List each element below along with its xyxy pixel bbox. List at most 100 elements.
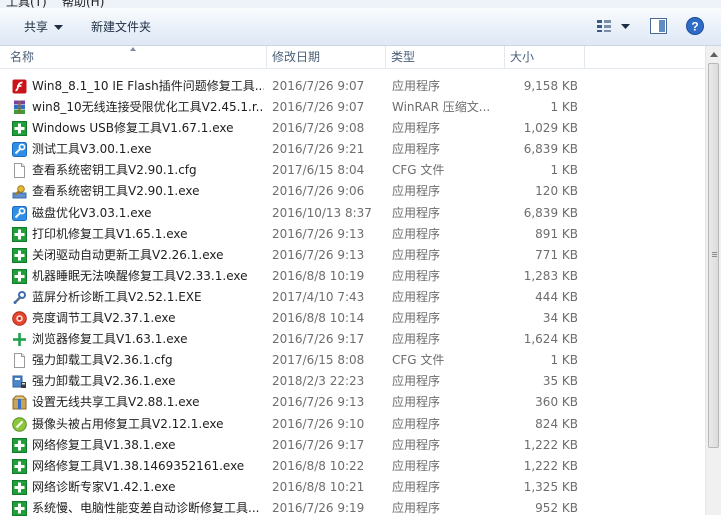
file-name: 网络修复工具V1.38.1469352161.exe (32, 458, 245, 473)
file-size: 1,325 KB (523, 479, 578, 494)
column-header-name[interactable]: 名称 (4, 46, 266, 68)
file-row[interactable]: win8_10无线连接受限优化工具V2.45.1.r... 2016/7/26 9… (0, 97, 705, 118)
column-header-date[interactable]: 修改日期 (266, 46, 385, 68)
file-row[interactable]: 网络修复工具V1.38.1.exe 2016/7/26 9:17 应用程序 1,222… (0, 435, 705, 456)
green-cross-app-icon (12, 479, 27, 495)
file-modified-date: 2016/7/26 9:17 (272, 332, 365, 347)
file-type: 应用程序 (392, 79, 441, 93)
file-row[interactable]: 摄像头被占用修复工具V2.12.1.exe 2016/7/26 9:10 应用程序 8… (0, 414, 705, 435)
green-cross-app-icon (12, 247, 27, 263)
wrench-app-icon (12, 290, 27, 305)
scroll-thumb[interactable] (708, 63, 719, 448)
svg-text:?: ? (691, 20, 698, 34)
new-folder-button[interactable]: 新建文件夹 (91, 18, 151, 36)
view-options-icon[interactable] (596, 19, 612, 33)
column-header-size[interactable]: 大小 (504, 46, 584, 68)
file-size: 771 KB (535, 247, 578, 262)
file-type: 应用程序 (392, 289, 441, 304)
file-modified-date: 2016/7/26 9:10 (272, 416, 365, 431)
file-name: 网络诊断专家V1.42.1.exe (32, 479, 176, 494)
file-type: WinRAR 压缩文... (392, 100, 491, 115)
file-modified-date: 2016/7/26 9:17 (272, 437, 365, 452)
file-name: 查看系统密钥工具V2.90.1.cfg (32, 163, 197, 178)
file-type: 应用程序 (392, 395, 441, 410)
file-row[interactable]: Windows USB修复工具V1.67.1.exe 2016/7/26 9:08… (0, 118, 705, 139)
file-row[interactable]: 亮度调节工具V2.37.1.exe 2016/8/8 10:14 应用程序 34 KB (0, 308, 705, 329)
blue-wrench-app-icon (12, 142, 27, 158)
menu-tools[interactable]: 工具(T) (6, 0, 47, 8)
file-size: 1 KB (550, 353, 578, 368)
file-modified-date: 2016/7/26 9:07 (272, 79, 365, 93)
file-modified-date: 2016/10/13 8:37 (272, 205, 372, 220)
file-modified-date: 2016/8/8 10:14 (272, 311, 365, 326)
file-size: 952 KB (535, 500, 578, 515)
file-name: 设置无线共享工具V2.88.1.exe (32, 395, 200, 410)
file-size: 444 KB (535, 289, 578, 304)
green-cross-app-icon (12, 437, 27, 453)
help-icon[interactable]: ? (686, 17, 704, 35)
file-size: 6,839 KB (523, 142, 578, 157)
file-modified-date: 2016/7/26 9:13 (272, 226, 365, 241)
green-cross-app-icon (12, 226, 27, 242)
view-dropdown-icon[interactable] (621, 24, 630, 30)
file-modified-date: 2016/8/8 10:22 (272, 458, 365, 473)
file-type: 应用程序 (392, 142, 441, 157)
column-divider[interactable] (584, 46, 585, 68)
file-row[interactable]: 强力卸载工具V2.36.1.cfg 2017/6/15 8:08 CFG 文件 1 K… (0, 350, 705, 371)
file-row[interactable]: 查看系统密钥工具V2.90.1.exe 2016/7/26 9:06 应用程序 120… (0, 181, 705, 202)
green-tool-app-icon (12, 416, 27, 432)
winrar-archive-icon (12, 100, 27, 115)
file-modified-date: 2016/7/26 9:06 (272, 184, 365, 199)
file-type: 应用程序 (392, 226, 441, 241)
file-row[interactable]: 测试工具V3.00.1.exe 2016/7/26 9:21 应用程序 6,839 K… (0, 139, 705, 160)
file-size: 1,624 KB (523, 332, 578, 347)
vertical-scrollbar[interactable] (705, 46, 721, 515)
file-modified-date: 2016/7/26 9:19 (272, 500, 365, 515)
green-cross-app-icon (12, 458, 27, 474)
file-type: 应用程序 (392, 500, 441, 515)
file-row[interactable]: 系统慢、电脑性能变差自动诊断修复工具... 2016/7/26 9:19 应用程序 9… (0, 498, 705, 519)
file-size: 1 KB (550, 163, 578, 178)
file-row[interactable]: 关闭驱动自动更新工具V2.26.1.exe 2016/7/26 9:13 应用程序 7… (0, 245, 705, 266)
file-type: 应用程序 (392, 268, 441, 283)
scroll-up-icon[interactable] (706, 46, 721, 63)
file-type: 应用程序 (392, 416, 441, 431)
file-size: 34 KB (542, 311, 578, 326)
preview-pane-icon[interactable] (650, 18, 667, 34)
file-type: 应用程序 (392, 184, 441, 199)
command-bar: 共享 新建文件夹 ? (0, 8, 721, 46)
file-name: 查看系统密钥工具V2.90.1.exe (32, 184, 200, 199)
column-header-type[interactable]: 类型 (385, 46, 504, 68)
file-row[interactable]: 打印机修复工具V1.65.1.exe 2016/7/26 9:13 应用程序 891 … (0, 224, 705, 245)
column-header-bar: 名称 修改日期 类型 大小 (0, 46, 705, 69)
file-row[interactable]: Win8_8.1_10 IE Flash插件问题修复工具... 2016/7/26… (0, 76, 705, 97)
key-app-icon (12, 184, 27, 199)
red-circle-app-icon (12, 311, 27, 326)
file-modified-date: 2016/7/26 9:07 (272, 100, 365, 115)
file-name: 蓝屏分析诊断工具V2.52.1.EXE (32, 289, 202, 304)
file-row[interactable]: 机器睡眠无法唤醒修复工具V2.33.1.exe 2016/8/8 10:19 应用程… (0, 266, 705, 287)
file-row[interactable]: 设置无线共享工具V2.88.1.exe 2016/7/26 9:13 应用程序 360… (0, 392, 705, 413)
file-row[interactable]: 查看系统密钥工具V2.90.1.cfg 2017/6/15 8:04 CFG 文件 1… (0, 160, 705, 181)
file-row[interactable]: 蓝屏分析诊断工具V2.52.1.EXE 2017/4/10 7:43 应用程序 444… (0, 287, 705, 308)
file-modified-date: 2016/7/26 9:08 (272, 121, 365, 136)
file-row[interactable]: 浏览器修复工具V1.63.1.exe 2016/7/26 9:17 应用程序 1,62… (0, 329, 705, 350)
file-name: 机器睡眠无法唤醒修复工具V2.33.1.exe (32, 268, 248, 283)
blue-wrench-app-icon (12, 205, 27, 221)
file-row[interactable]: 磁盘优化V3.03.1.exe 2016/10/13 8:37 应用程序 6,839 … (0, 203, 705, 224)
menu-help[interactable]: 帮助(H) (62, 0, 104, 8)
file-row[interactable]: 网络诊断专家V1.42.1.exe 2016/8/8 10:21 应用程序 1,325… (0, 477, 705, 498)
file-name: 摄像头被占用修复工具V2.12.1.exe (32, 416, 224, 431)
file-modified-date: 2018/2/3 22:23 (272, 374, 365, 389)
file-type: 应用程序 (392, 205, 441, 220)
file-size: 824 KB (535, 416, 578, 431)
share-button[interactable]: 共享 (24, 18, 63, 36)
file-row[interactable]: 网络修复工具V1.38.1469352161.exe 2016/8/8 10:22… (0, 456, 705, 477)
file-name: 测试工具V3.00.1.exe (32, 142, 152, 157)
file-size: 120 KB (535, 184, 578, 199)
file-size: 1,222 KB (523, 458, 578, 473)
file-type: 应用程序 (392, 247, 441, 262)
file-row[interactable]: 强力卸载工具V2.36.1.exe 2018/2/3 22:23 应用程序 35 KB (0, 371, 705, 392)
file-name: 亮度调节工具V2.37.1.exe (32, 311, 176, 326)
file-type: 应用程序 (392, 479, 441, 494)
